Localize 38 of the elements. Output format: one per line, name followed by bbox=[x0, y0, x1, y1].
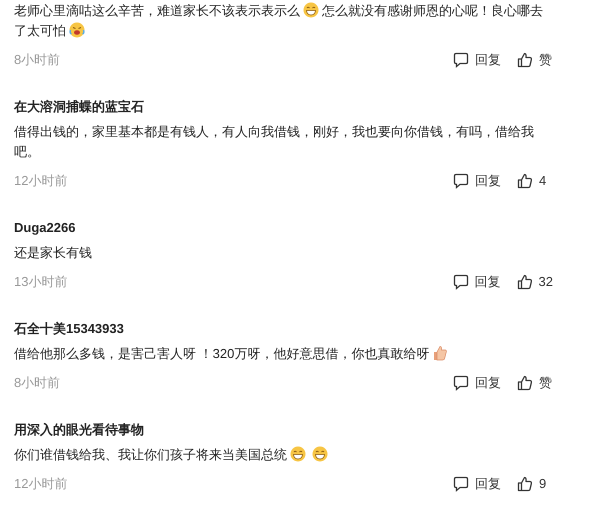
grinning-face-icon bbox=[312, 446, 328, 462]
author-name: Duga2266 bbox=[14, 219, 76, 237]
author-name: 石全十美15343933 bbox=[14, 320, 125, 338]
like-button[interactable]: 赞 bbox=[517, 50, 553, 70]
thumbs-up-icon bbox=[517, 52, 533, 68]
comment-text: 借得出钱的，家里基本都是有钱人，有人向我借钱，刚好，我也要向你借钱，有吗，借给我吧。 bbox=[14, 123, 535, 161]
comment-text: 老师心里滴咕这么辛苦，难道家长不该表示表示么 怎么就没有感谢师恩的心呢！良心哪去了太可怕 bbox=[14, 1, 544, 40]
thumbs-up-icon bbox=[517, 375, 533, 391]
reply-button[interactable]: 回复 bbox=[453, 50, 501, 70]
speech-bubble-icon bbox=[453, 476, 469, 492]
comment-text: 借给他那么多钱，是害己害人呀 ！320万呀，他好意思借，你也真敢给呀 bbox=[14, 344, 553, 364]
thumbs-up-icon bbox=[517, 476, 533, 492]
timestamp: 8小时前 bbox=[14, 374, 60, 392]
timestamp: 8小时前 bbox=[14, 51, 60, 70]
speech-bubble-icon bbox=[453, 52, 469, 68]
reply-button[interactable]: 回复 bbox=[453, 474, 501, 494]
reply-button[interactable]: 回复 bbox=[453, 373, 501, 393]
grinning-face-icon bbox=[290, 446, 306, 462]
like-button[interactable]: 32 bbox=[516, 272, 553, 292]
comment-text: 你们谁借钱给我、我让你们孩子将来当美国总统 bbox=[14, 445, 553, 465]
author-name: 在大溶洞捕蝶的蓝宝石 bbox=[14, 98, 145, 116]
timestamp: 12小时前 bbox=[14, 475, 68, 494]
speech-bubble-icon bbox=[452, 274, 469, 290]
laughing-face-icon bbox=[69, 22, 85, 38]
speech-bubble-icon bbox=[453, 173, 469, 189]
timestamp: 12小时前 bbox=[14, 172, 68, 190]
reply-button[interactable]: 回复 bbox=[453, 171, 501, 191]
thumbs-up-icon bbox=[516, 274, 533, 290]
thumbs-up-icon bbox=[517, 173, 533, 189]
timestamp: 13小时前 bbox=[14, 273, 68, 292]
like-button[interactable]: 赞 bbox=[517, 373, 553, 393]
author-name: 用深入的眼光看待事物 bbox=[14, 421, 145, 439]
like-button[interactable]: 9 bbox=[517, 474, 553, 494]
comment-text: 还是家长有钱 bbox=[14, 244, 93, 262]
speech-bubble-icon bbox=[453, 375, 469, 391]
thumbs-up-icon bbox=[432, 345, 448, 361]
reply-button[interactable]: 回复 bbox=[452, 272, 501, 292]
like-button[interactable]: 4 bbox=[517, 171, 553, 191]
